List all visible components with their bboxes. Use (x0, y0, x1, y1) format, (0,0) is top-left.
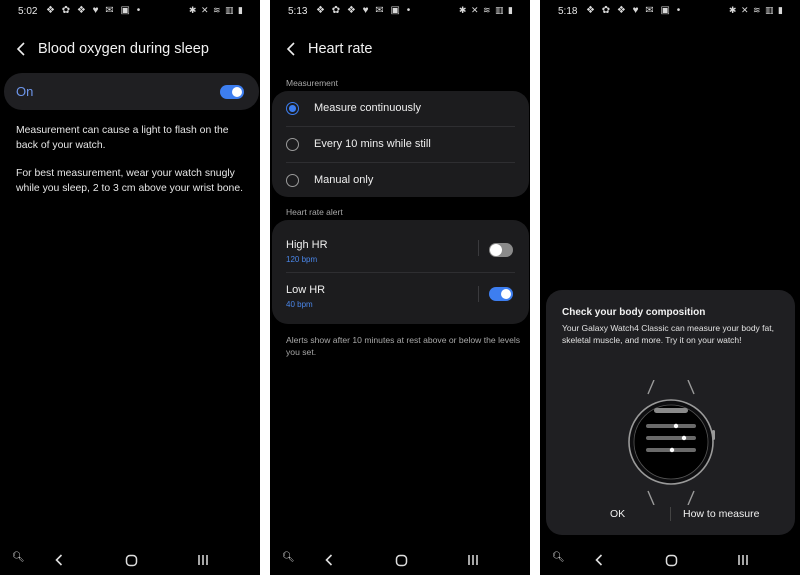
page-title: Blood oxygen during sleep (38, 41, 209, 57)
navigation-bar: 🔍︎ (270, 550, 530, 570)
option-measure-continuously[interactable]: Measure continuously (272, 91, 529, 126)
system-status-icons: ✱ ✕ ≋ ▥ ▮ (458, 5, 514, 15)
radio-unselected[interactable] (286, 138, 299, 151)
radio-selected[interactable] (286, 102, 299, 115)
back-arrow-icon[interactable] (14, 42, 28, 56)
separator (478, 240, 479, 256)
nav-recents-icon[interactable] (466, 553, 480, 567)
dialog-body: Your Galaxy Watch4 Classic can measure y… (562, 323, 774, 345)
low-hr-row[interactable]: Low HR 40 bpm (272, 273, 529, 324)
blood-oxygen-toggle[interactable] (220, 85, 244, 99)
on-toggle-row[interactable]: On (4, 73, 259, 110)
status-time: 5:13 (288, 6, 308, 17)
option-manual-only[interactable]: Manual only (272, 163, 529, 197)
navigation-bar: 🔍︎ (0, 550, 260, 570)
how-to-measure-button[interactable]: How to measure (683, 508, 759, 520)
nav-recents-icon[interactable] (196, 553, 210, 567)
high-hr-row[interactable]: High HR 120 bpm (272, 220, 529, 272)
info-text-light: Measurement can cause a light to flash o… (16, 125, 229, 151)
zoom-icon[interactable]: 🔍︎ (282, 552, 295, 563)
nav-recents-icon[interactable] (736, 553, 750, 567)
button-separator (670, 507, 671, 521)
status-time: 5:02 (18, 6, 38, 17)
status-time: 5:18 (558, 6, 578, 17)
measurement-options: Measure continuously Every 10 mins while… (272, 91, 529, 197)
nav-home-icon[interactable] (664, 553, 678, 567)
header: Heart rate (284, 37, 372, 61)
separator (478, 286, 479, 302)
low-hr-value: 40 bpm (286, 300, 313, 309)
phone-screen-body-composition: 5:18 ❖ ✿ ❖ ♥ ✉ ▣ • ✱ ✕ ≋ ▥ ▮ Check your … (540, 0, 800, 575)
status-bar: 5:02 ❖ ✿ ❖ ♥ ✉ ▣ • ✱ ✕ ≋ ▥ ▮ (0, 4, 260, 20)
high-hr-toggle[interactable] (489, 243, 513, 257)
section-label-heart-rate-alert: Heart rate alert (286, 207, 343, 217)
phone-screen-heart-rate: 5:13 ❖ ✿ ❖ ♥ ✉ ▣ • ✱ ✕ ≋ ▥ ▮ Heart rate … (270, 0, 530, 575)
nav-back-icon[interactable] (592, 553, 606, 567)
header: Blood oxygen during sleep (14, 37, 209, 61)
nav-back-icon[interactable] (322, 553, 336, 567)
system-status-icons: ✱ ✕ ≋ ▥ ▮ (188, 5, 244, 15)
low-hr-toggle[interactable] (489, 287, 513, 301)
status-bar: 5:18 ❖ ✿ ❖ ♥ ✉ ▣ • ✱ ✕ ≋ ▥ ▮ (540, 4, 800, 20)
info-text-wear: For best measurement, wear your watch sn… (16, 168, 243, 194)
dialog-title: Check your body composition (562, 307, 706, 318)
nav-home-icon[interactable] (124, 553, 138, 567)
nav-back-icon[interactable] (52, 553, 66, 567)
page-title: Heart rate (308, 41, 373, 57)
zoom-icon[interactable]: 🔍︎ (12, 552, 25, 563)
option-label: Every 10 mins while still (314, 138, 431, 150)
notification-icons: ❖ ✿ ❖ ♥ ✉ ▣ • (316, 5, 413, 16)
back-arrow-icon[interactable] (284, 42, 298, 56)
watch-illustration-icon (628, 380, 715, 505)
low-hr-label: Low HR (286, 284, 326, 296)
nav-home-icon[interactable] (394, 553, 408, 567)
ok-button[interactable]: OK (610, 508, 625, 520)
option-every-10-mins[interactable]: Every 10 mins while still (272, 127, 529, 162)
heart-rate-alerts: High HR 120 bpm Low HR 40 bpm (272, 220, 529, 324)
option-label: Measure continuously (314, 102, 422, 114)
toggle-knob (490, 244, 502, 256)
toggle-knob (232, 87, 242, 97)
phone-screen-blood-oxygen: 5:02 ❖ ✿ ❖ ♥ ✉ ▣ • ✱ ✕ ≋ ▥ ▮ Blood oxyge… (0, 0, 260, 575)
notification-icons: ❖ ✿ ❖ ♥ ✉ ▣ • (586, 5, 683, 16)
navigation-bar: 🔍︎ (540, 550, 800, 570)
zoom-icon[interactable]: 🔍︎ (552, 552, 565, 563)
system-status-icons: ✱ ✕ ≋ ▥ ▮ (728, 5, 784, 15)
high-hr-value: 120 bpm (286, 255, 318, 264)
section-label-measurement: Measurement (286, 78, 338, 88)
toggle-knob (501, 289, 511, 299)
radio-unselected[interactable] (286, 174, 299, 187)
status-bar: 5:13 ❖ ✿ ❖ ♥ ✉ ▣ • ✱ ✕ ≋ ▥ ▮ (270, 4, 530, 20)
option-label: Manual only (314, 174, 374, 186)
body-composition-dialog: Check your body composition Your Galaxy … (546, 290, 795, 535)
alert-footnote: Alerts show after 10 minutes at rest abo… (286, 335, 521, 357)
on-label: On (16, 84, 34, 99)
high-hr-label: High HR (286, 239, 328, 251)
notification-icons: ❖ ✿ ❖ ♥ ✉ ▣ • (46, 5, 143, 16)
